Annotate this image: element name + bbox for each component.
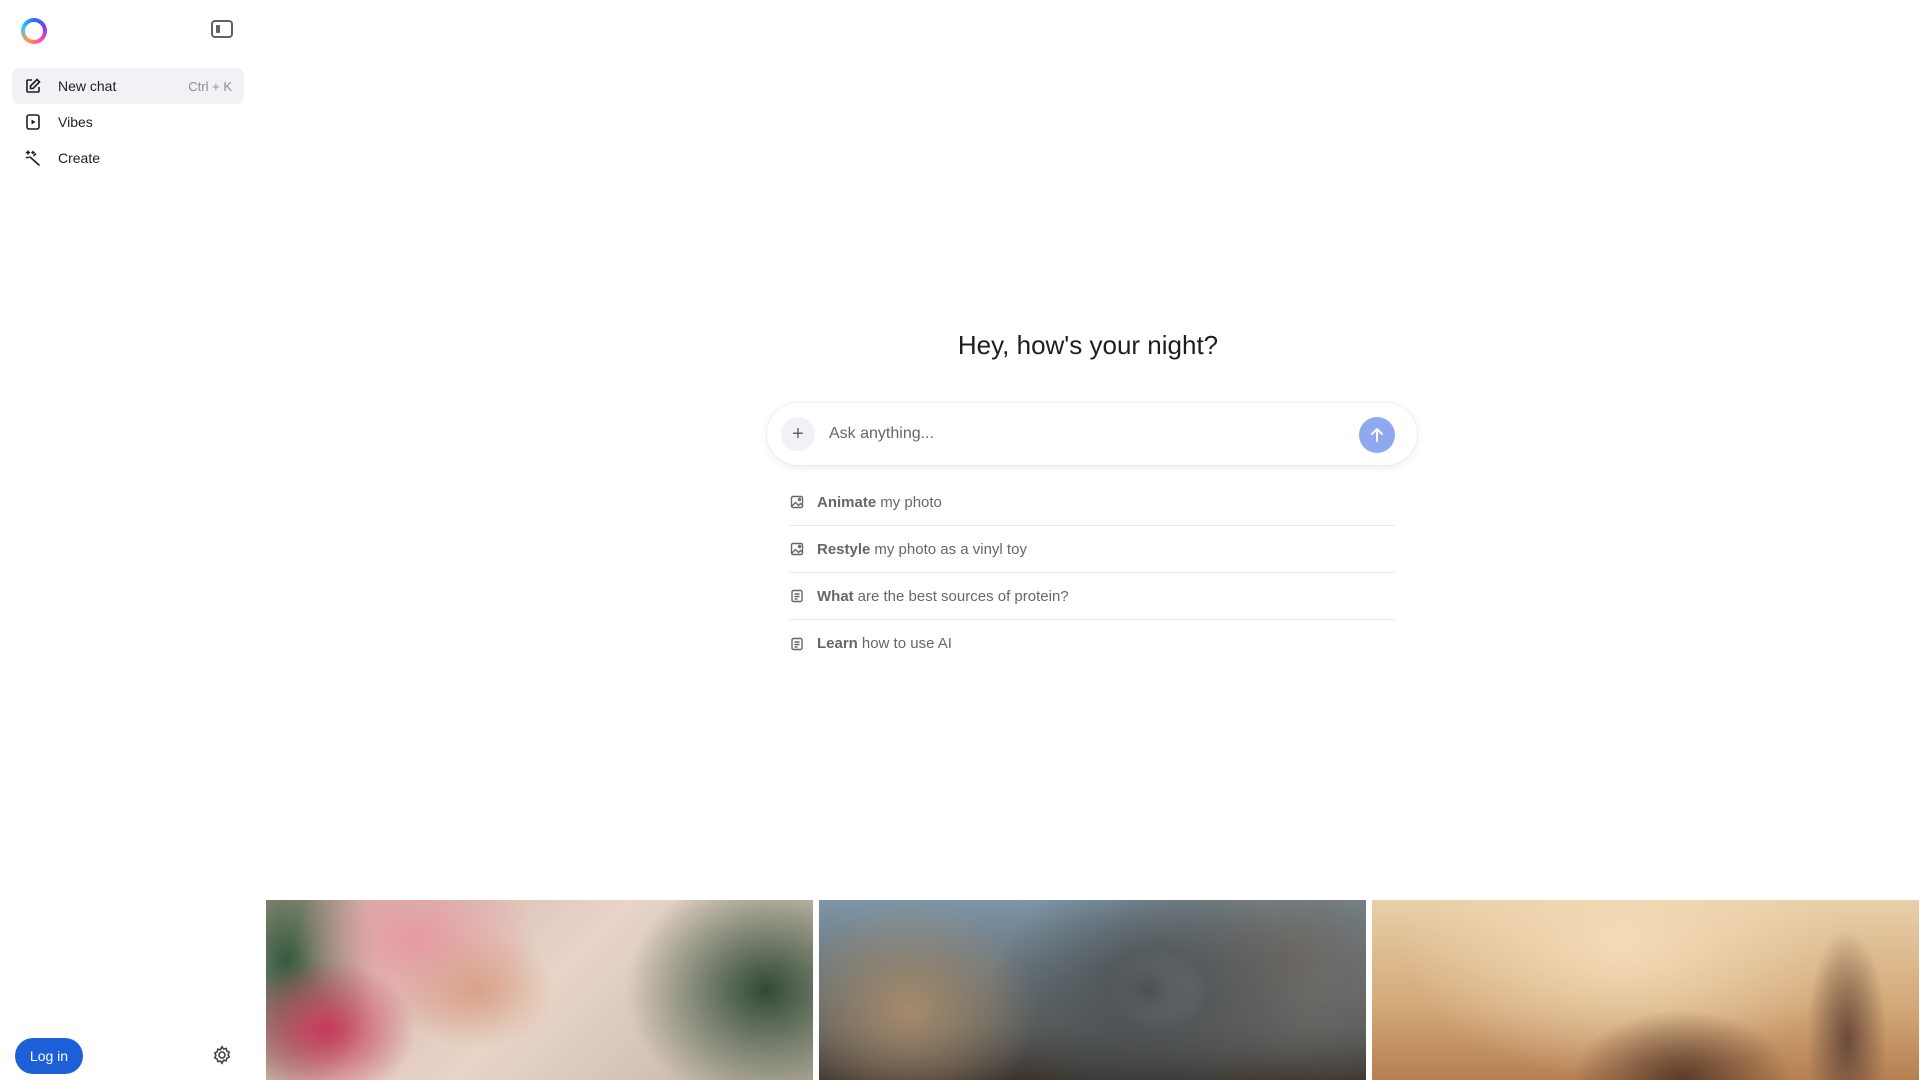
suggestion-item[interactable]: Restyle my photo as a vinyl toy — [790, 526, 1394, 573]
meta-ai-logo-icon[interactable] — [21, 18, 47, 44]
sidebar-nav: New chat Ctrl + K Vibes Create — [12, 68, 244, 176]
suggestion-text: my photo as a vinyl toy — [874, 540, 1027, 558]
inspiration-gallery — [266, 900, 1920, 1080]
gallery-card-flower-girl[interactable] — [266, 900, 813, 1080]
suggestion-item[interactable]: Learn how to use AI — [790, 620, 1394, 667]
ask-input[interactable] — [829, 419, 1329, 449]
composer: + — [767, 403, 1417, 465]
sidebar-toggle-icon[interactable] — [211, 20, 233, 38]
gear-icon[interactable] — [211, 1044, 233, 1066]
main-area: Hey, how's your night? + Animate my phot… — [256, 0, 1920, 1080]
keyboard-shortcut: Ctrl + K — [188, 78, 232, 94]
plus-icon: + — [792, 422, 804, 445]
sidebar: New chat Ctrl + K Vibes Create Log in — [0, 0, 256, 1080]
add-attachment-button[interactable]: + — [781, 417, 815, 451]
gallery-card-sunset-mountain[interactable] — [1372, 900, 1919, 1080]
arrow-up-icon — [1371, 428, 1383, 442]
sidebar-item-new-chat[interactable]: New chat Ctrl + K — [12, 68, 244, 104]
document-icon — [790, 589, 804, 603]
image-icon — [790, 495, 804, 509]
suggestion-keyword: Restyle — [817, 540, 871, 558]
suggestion-list: Animate my photo Restyle my photo as a v… — [790, 479, 1394, 667]
document-icon — [790, 637, 804, 651]
log-in-button[interactable]: Log in — [15, 1038, 83, 1074]
send-button[interactable] — [1359, 417, 1395, 453]
gallery-card-jeweled-leopard[interactable] — [819, 900, 1366, 1080]
sidebar-item-create[interactable]: Create — [12, 140, 244, 176]
sidebar-item-vibes[interactable]: Vibes — [12, 104, 244, 140]
image-icon — [790, 542, 804, 556]
suggestion-keyword: Learn — [817, 635, 858, 652]
vibes-icon — [24, 113, 42, 131]
suggestion-text: are the best sources of protein? — [857, 587, 1069, 605]
app-root: New chat Ctrl + K Vibes Create Log in He… — [0, 0, 1920, 1080]
edit-icon — [24, 77, 42, 95]
greeting-heading: Hey, how's your night? — [957, 330, 1219, 360]
suggestion-text: my photo — [880, 493, 942, 511]
suggestion-item[interactable]: What are the best sources of protein? — [790, 573, 1394, 620]
sparkle-wand-icon — [24, 149, 42, 167]
suggestion-keyword: Animate — [817, 493, 877, 511]
suggestion-keyword: What — [817, 587, 854, 605]
sidebar-item-label: New chat — [58, 78, 117, 94]
suggestion-item[interactable]: Animate my photo — [790, 479, 1394, 526]
sidebar-item-label: Vibes — [58, 114, 93, 130]
suggestion-text: how to use AI — [861, 635, 952, 652]
sidebar-item-label: Create — [58, 150, 101, 166]
